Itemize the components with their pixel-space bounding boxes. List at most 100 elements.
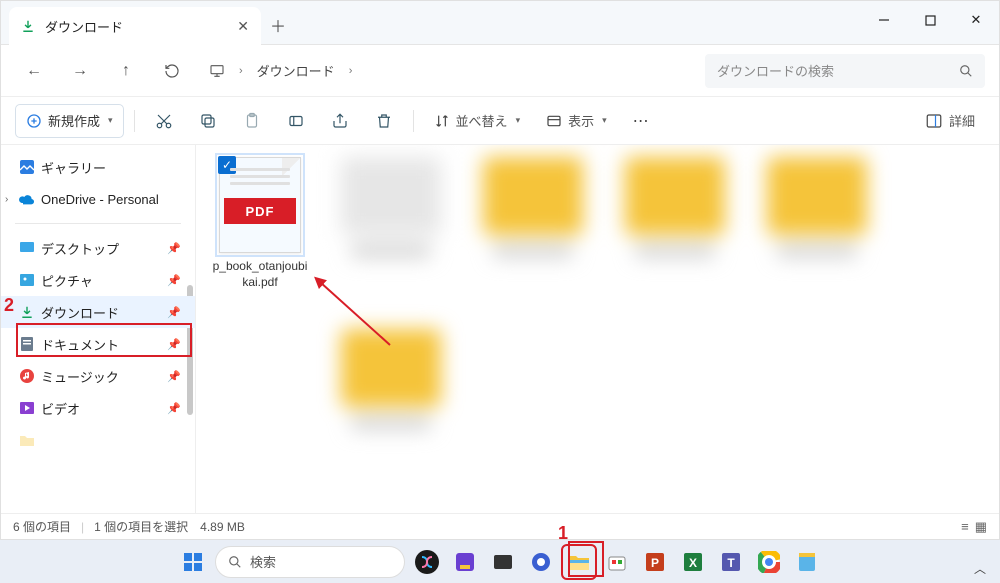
- close-tab-icon[interactable]: ✕: [237, 18, 249, 35]
- details-view-icon[interactable]: ≡: [961, 519, 969, 535]
- copy-button[interactable]: [189, 104, 227, 138]
- desktop-icon: [19, 240, 35, 256]
- file-view[interactable]: ✓ PDF p_book_otanjoubikai.pdf: [196, 145, 999, 513]
- new-button[interactable]: 新規作成 ▾: [15, 104, 124, 138]
- file-name: p_book_otanjoubikai.pdf: [212, 259, 308, 290]
- app-icon[interactable]: [449, 546, 481, 578]
- search-icon: [959, 64, 973, 78]
- view-label: 表示: [568, 111, 594, 130]
- taskbar-search-label: 検索: [250, 552, 276, 571]
- new-label: 新規作成: [48, 111, 100, 130]
- music-icon: [19, 368, 35, 384]
- sidebar-item-label: ダウンロード: [41, 303, 119, 322]
- sidebar-item-label: ミュージック: [41, 367, 119, 386]
- address-bar[interactable]: › ダウンロード ›: [209, 61, 352, 80]
- rename-button[interactable]: [277, 104, 315, 138]
- download-icon: [19, 304, 35, 320]
- item-count: 6 個の項目: [13, 518, 71, 535]
- taskbar-search[interactable]: 検索: [215, 546, 405, 578]
- minimize-button[interactable]: [861, 1, 907, 39]
- back-button[interactable]: ←: [15, 54, 53, 88]
- refresh-button[interactable]: [153, 54, 191, 88]
- sidebar-item-video[interactable]: ビデオ 📌: [1, 392, 195, 424]
- svg-text:P: P: [651, 556, 659, 570]
- file-item[interactable]: ✓ PDF p_book_otanjoubikai.pdf: [212, 157, 308, 290]
- title-bar: ダウンロード ✕ ＋ ✕: [1, 1, 999, 45]
- sidebar-item-gallery[interactable]: ギャラリー: [1, 151, 195, 183]
- folder-icon: [19, 432, 35, 448]
- pin-icon: 📌: [167, 306, 181, 319]
- download-icon: [21, 19, 35, 33]
- more-button[interactable]: ⋯: [623, 104, 659, 138]
- svg-text:X: X: [689, 556, 697, 570]
- delete-button[interactable]: [365, 104, 403, 138]
- breadcrumb-item[interactable]: ダウンロード: [257, 61, 335, 80]
- sort-label: 並べ替え: [456, 111, 508, 130]
- pictures-icon: [19, 272, 35, 288]
- cloud-icon: [19, 191, 35, 207]
- gallery-icon: [19, 159, 35, 175]
- chevron-right-icon: ›: [239, 65, 243, 77]
- chevron-down-icon: ▾: [602, 115, 607, 126]
- up-button[interactable]: ↑: [107, 54, 145, 88]
- sidebar-item-documents[interactable]: ドキュメント 📌: [1, 328, 195, 360]
- powerpoint-icon[interactable]: P: [639, 546, 671, 578]
- sidebar-item-label: ピクチャ: [41, 271, 93, 290]
- sidebar-item-label: ドキュメント: [41, 335, 119, 354]
- paste-button[interactable]: [233, 104, 271, 138]
- app-icon[interactable]: [487, 546, 519, 578]
- sidebar-item-downloads[interactable]: ダウンロード 📌: [1, 296, 195, 328]
- new-tab-button[interactable]: ＋: [261, 8, 295, 42]
- sidebar-item-desktop[interactable]: デスクトップ 📌: [1, 232, 195, 264]
- selected-size: 4.89 MB: [200, 520, 245, 534]
- view-button[interactable]: 表示 ▾: [536, 104, 617, 138]
- close-window-button[interactable]: ✕: [953, 1, 999, 39]
- pin-icon: 📌: [167, 274, 181, 287]
- selected-count: 1 個の項目を選択: [94, 518, 188, 535]
- monitor-icon: [209, 63, 225, 79]
- app-icon[interactable]: [525, 546, 557, 578]
- forward-button[interactable]: →: [61, 54, 99, 88]
- plus-circle-icon: [26, 113, 42, 129]
- details-pane-button[interactable]: 詳細: [915, 104, 985, 138]
- start-button[interactable]: [177, 546, 209, 578]
- cut-button[interactable]: [145, 104, 183, 138]
- copilot-icon[interactable]: [411, 546, 443, 578]
- chevron-right-icon[interactable]: ›: [5, 194, 8, 205]
- blurred-items: [336, 157, 989, 469]
- sidebar-item-music[interactable]: ミュージック 📌: [1, 360, 195, 392]
- sidebar-item-folder[interactable]: [1, 424, 195, 456]
- maximize-button[interactable]: [907, 1, 953, 39]
- chevron-right-icon: ›: [349, 65, 353, 77]
- pdf-badge: PDF: [224, 198, 296, 224]
- search-placeholder: ダウンロードの検索: [717, 61, 834, 80]
- chevron-up-icon[interactable]: ︿: [974, 560, 986, 577]
- teams-icon[interactable]: T: [715, 546, 747, 578]
- share-button[interactable]: [321, 104, 359, 138]
- file-thumbnail: ✓ PDF: [219, 157, 301, 253]
- status-bar: 6 個の項目 | 1 個の項目を選択 4.89 MB ≡ ▦: [1, 513, 999, 539]
- file-explorer-icon[interactable]: [563, 546, 595, 578]
- window-tab[interactable]: ダウンロード ✕: [9, 7, 261, 45]
- pin-icon: 📌: [167, 370, 181, 383]
- pin-icon: 📌: [167, 242, 181, 255]
- toolbar: 新規作成 ▾ 並べ替え ▾ 表示 ▾ ⋯ 詳細: [1, 97, 999, 145]
- sidebar-item-pictures[interactable]: ピクチャ 📌: [1, 264, 195, 296]
- sidebar-item-label: ギャラリー: [41, 158, 106, 177]
- chevron-down-icon: ▾: [108, 115, 113, 126]
- search-input[interactable]: ダウンロードの検索: [705, 54, 985, 88]
- sidebar-item-onedrive[interactable]: › OneDrive - Personal: [1, 183, 195, 215]
- tab-title: ダウンロード: [45, 17, 123, 36]
- store-icon[interactable]: [601, 546, 633, 578]
- system-tray[interactable]: ︿: [974, 560, 986, 577]
- notepad-icon[interactable]: [791, 546, 823, 578]
- video-icon: [19, 400, 35, 416]
- icons-view-icon[interactable]: ▦: [975, 519, 987, 535]
- details-label: 詳細: [949, 111, 975, 130]
- sidebar-item-label: デスクトップ: [41, 239, 119, 258]
- document-icon: [19, 336, 35, 352]
- chrome-icon[interactable]: [753, 546, 785, 578]
- svg-text:T: T: [727, 556, 735, 570]
- sort-button[interactable]: 並べ替え ▾: [424, 104, 531, 138]
- excel-icon[interactable]: X: [677, 546, 709, 578]
